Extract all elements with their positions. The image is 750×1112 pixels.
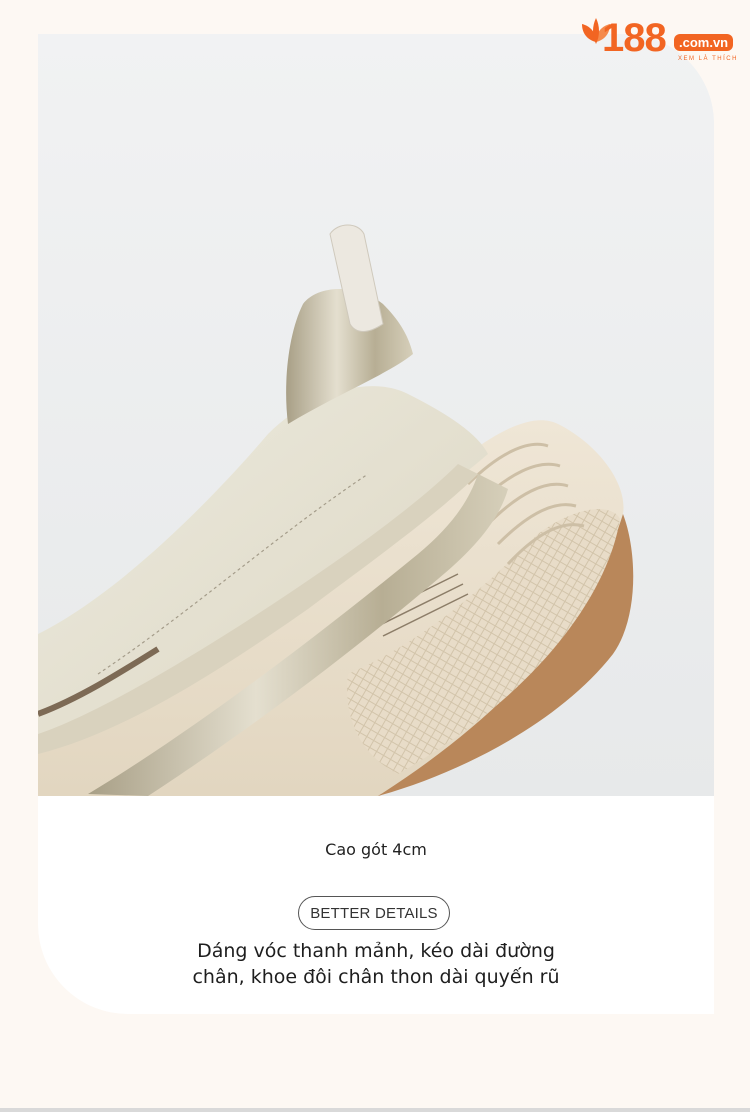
logo-number: 188 — [602, 16, 667, 60]
logo-domain: .com.vn — [674, 34, 734, 51]
better-details-badge: BETTER DETAILS — [298, 896, 450, 930]
product-detail-card: Cao gót 4cm BETTER DETAILS Dáng vóc than… — [38, 34, 714, 1014]
product-caption: Cao gót 4cm — [325, 840, 427, 859]
description-line-1: Dáng vóc thanh mảnh, kéo dài đường — [197, 940, 555, 962]
product-description: Dáng vóc thanh mảnh, kéo dài đường chân,… — [38, 938, 714, 990]
site-logo[interactable]: 188 .com.vn XEM LÀ THÍCH — [574, 12, 744, 82]
product-image — [38, 34, 714, 796]
divider — [0, 1108, 750, 1112]
logo-tagline: XEM LÀ THÍCH — [678, 56, 738, 62]
description-line-2: chân, khoe đôi chân thon dài quyến rũ — [192, 966, 560, 988]
